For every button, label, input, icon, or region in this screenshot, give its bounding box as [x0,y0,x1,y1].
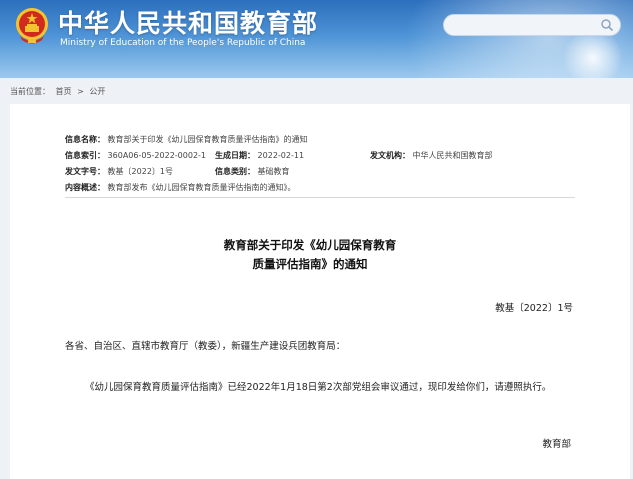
meta-row-issuer: 发文机构： 中华人民共和国教育部 [370,150,493,161]
breadcrumb: 当前位置： 首页 > 公开 [10,86,108,100]
document-body: 《幼儿园保育教育质量评估指南》已经2022年1月18日第2次部党组会审议通过，现… [85,382,552,393]
national-emblem-icon[interactable] [14,6,50,46]
meta-row-category: 信息类别： 基础教育 [215,166,290,177]
breadcrumb-link-public[interactable]: 公开 [89,87,105,96]
meta-row-docno: 发文字号： 教基〔2022〕1号 [65,166,173,177]
search-input[interactable] [454,18,598,34]
meta-summary-label: 内容概述： [65,183,105,192]
meta-docno-label: 发文字号： [65,167,105,176]
meta-row-index: 信息索引： 360A06-05-2022-0002-1 [65,150,206,161]
meta-row-name: 信息名称： 教育部关于印发《幼儿园保育教育质量评估指南》的通知 [65,134,308,145]
document-title-line-2: 质量评估指南》的通知 [252,257,368,271]
article-panel: 信息名称： 教育部关于印发《幼儿园保育教育质量评估指南》的通知 信息索引： 36… [10,104,630,479]
document-number: 教基〔2022〕1号 [495,303,573,314]
document-title: 教育部关于印发《幼儿园保育教育 质量评估指南》的通知 [160,236,460,274]
breadcrumb-separator: > [77,87,84,96]
meta-date-value: 2022-02-11 [257,151,305,160]
meta-date-label: 生成日期： [215,151,255,160]
meta-row-date: 生成日期： 2022-02-11 [215,150,304,161]
meta-docno-value: 教基〔2022〕1号 [107,167,173,176]
meta-category-label: 信息类别： [215,167,255,176]
meta-name-value: 教育部关于印发《幼儿园保育教育质量评估指南》的通知 [107,135,308,144]
site-title[interactable]: 中华人民共和国教育部 [58,4,318,40]
site-header: 中华人民共和国教育部 Ministry of Education of the … [0,0,633,78]
breadcrumb-prefix: 当前位置： [10,87,50,96]
meta-row-summary: 内容概述： 教育部发布《幼儿园保育教育质量评估指南的通知》。 [65,182,296,193]
document-title-line-1: 教育部关于印发《幼儿园保育教育 [223,238,397,252]
search-icon[interactable] [600,18,614,32]
site-subtitle: Ministry of Education of the People's Re… [60,38,306,48]
meta-issuer-label: 发文机构： [370,151,410,160]
meta-index-value: 360A06-05-2022-0002-1 [107,151,207,160]
meta-index-label: 信息索引： [65,151,105,160]
document-signature: 教育部 [542,439,571,450]
document-salutation: 各省、自治区、直辖市教育厅（教委），新疆生产建设兵团教育局： [65,341,346,352]
meta-category-value: 基础教育 [257,167,290,176]
meta-name-label: 信息名称： [65,135,105,144]
search-box[interactable] [443,14,621,36]
meta-divider [65,197,575,198]
breadcrumb-link-home[interactable]: 首页 [56,87,72,96]
meta-summary-value: 教育部发布《幼儿园保育教育质量评估指南的通知》。 [107,183,296,192]
meta-issuer-value: 中华人民共和国教育部 [412,151,493,160]
